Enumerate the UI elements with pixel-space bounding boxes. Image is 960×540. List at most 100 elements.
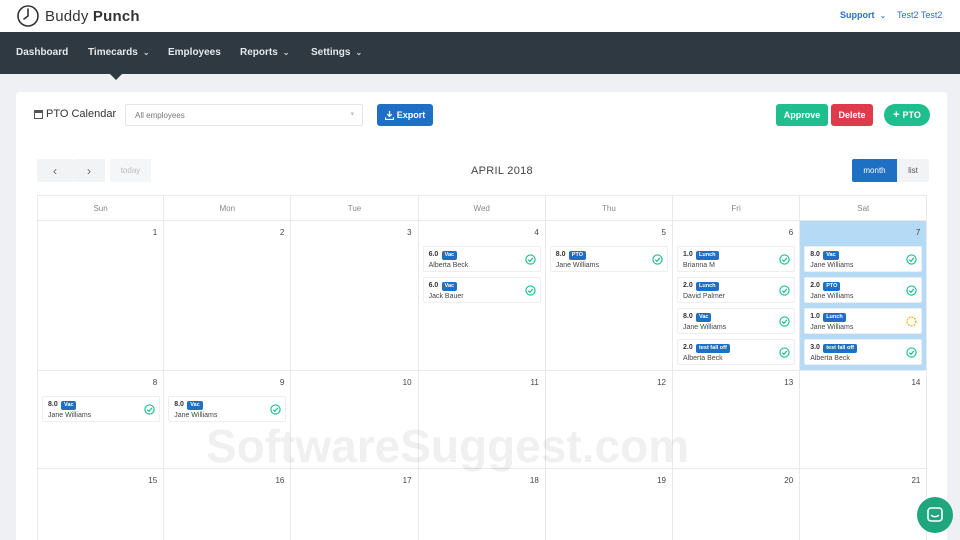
day-cell[interactable]: 17 — [291, 469, 419, 540]
nav-timecards[interactable]: Timecards ⌄ — [88, 47, 150, 58]
check-circle-icon — [906, 347, 918, 358]
day-cell[interactable]: 19 — [546, 469, 673, 540]
nav-employees[interactable]: Employees — [168, 47, 221, 58]
approve-button[interactable]: Approve — [776, 104, 828, 126]
day-cell[interactable]: 20 — [673, 469, 801, 540]
check-circle-icon — [652, 254, 663, 265]
event-type-badge: Vac — [441, 282, 458, 291]
day-cell[interactable]: 13 — [673, 371, 801, 469]
pto-event[interactable]: 1.0 Lunch Brianna M — [677, 246, 796, 272]
check-circle-icon — [779, 254, 790, 265]
pto-event[interactable]: 6.0 Vac Alberta Beck — [422, 246, 541, 272]
delete-button[interactable]: Delete — [831, 104, 873, 126]
day-number: 8 — [152, 378, 158, 387]
check-circle-icon — [525, 254, 536, 265]
day-number: 19 — [657, 476, 666, 485]
event-hours: 6.0 — [428, 251, 439, 258]
pto-event[interactable]: 2.0 PTO Jane Williams — [804, 277, 923, 303]
day-cell[interactable]: 1 — [37, 221, 165, 371]
day-number: 18 — [529, 476, 539, 485]
month-title: APRIL 2018 — [471, 165, 533, 177]
user-menu[interactable]: Test2 Test2 — [897, 10, 942, 20]
day-cell[interactable]: 14 — [800, 371, 928, 469]
day-cell[interactable]: 21 — [800, 469, 928, 540]
day-number: 10 — [402, 378, 412, 387]
next-month-button[interactable]: › — [73, 159, 105, 182]
clock-logo-icon — [17, 5, 39, 27]
event-employee-name: David Palmer — [683, 293, 726, 300]
day-cell[interactable]: 7 8.0 Vac Jane Williams 2.0 PTO Jane Williams 1… — [800, 221, 928, 371]
pto-event[interactable]: 2.0 test fall off Alberta Beck — [677, 339, 796, 365]
export-button[interactable]: Export — [377, 104, 433, 126]
nav-dashboard[interactable]: Dashboard — [16, 47, 68, 58]
day-number: 20 — [784, 476, 794, 485]
chevron-down-icon: ⌄ — [142, 48, 150, 57]
employee-select[interactable]: All employees ▾ — [125, 104, 363, 126]
nav-reports[interactable]: Reports ⌄ — [240, 47, 290, 58]
day-of-week-header: Thu — [545, 195, 673, 221]
event-type-badge: Lunch — [823, 313, 846, 322]
event-type-badge: Vac — [441, 251, 458, 260]
chevron-down-icon: ⌄ — [880, 13, 886, 20]
nav-settings[interactable]: Settings ⌄ — [311, 47, 362, 58]
day-cell[interactable]: 2 — [164, 221, 292, 371]
day-of-week-header: Wed — [418, 195, 546, 221]
top-header: Buddy Punch Support ⌄ Test2 Test2 — [0, 0, 960, 32]
chat-icon — [927, 507, 943, 522]
event-type-badge: PTO — [568, 251, 587, 260]
watermark: SoftwareSuggest.com — [206, 420, 690, 472]
check-circle-icon — [270, 404, 282, 415]
day-number: 9 — [279, 378, 285, 387]
pto-event[interactable]: 8.0 Vac Jane Williams — [804, 246, 923, 272]
day-number: 5 — [661, 228, 666, 237]
event-employee-name: Jane Williams — [810, 324, 854, 331]
day-cell[interactable]: 18 — [419, 469, 546, 540]
day-number: 15 — [148, 476, 158, 485]
day-number: 6 — [788, 228, 794, 237]
event-hours: 8.0 — [555, 251, 566, 258]
event-employee-name: Jane Williams — [555, 262, 599, 269]
event-employee-name: Alberta Beck — [428, 262, 469, 269]
pto-event[interactable]: 8.0 Vac Jane Williams — [42, 396, 161, 422]
month-view-button[interactable]: month — [852, 159, 897, 182]
plus-icon: + — [893, 109, 900, 121]
day-number: 14 — [911, 378, 921, 387]
add-pto-button[interactable]: + PTO — [884, 104, 930, 126]
event-type-badge: PTO — [823, 282, 841, 291]
chevron-left-icon: ‹ — [53, 163, 57, 178]
pto-event[interactable]: 8.0 PTO Jane Williams — [549, 246, 668, 272]
event-employee-name: Jane Williams — [48, 412, 92, 419]
day-cell[interactable]: 8 8.0 Vac Jane Williams — [37, 371, 165, 469]
day-number: 12 — [657, 378, 666, 387]
pto-event[interactable]: 2.0 Lunch David Palmer — [677, 277, 796, 303]
today-button[interactable]: today — [110, 159, 151, 182]
chat-button[interactable] — [917, 497, 953, 533]
pto-event[interactable]: 1.0 Lunch Jane Williams — [804, 308, 923, 334]
day-cell[interactable]: 3 — [291, 221, 419, 371]
event-type-badge: Lunch — [696, 251, 719, 260]
check-circle-icon — [779, 347, 790, 358]
day-cell[interactable]: 15 — [37, 469, 165, 540]
pto-event[interactable]: 6.0 Vac Jack Bauer — [422, 277, 541, 303]
event-employee-name: Jane Williams — [810, 262, 854, 269]
pto-event[interactable]: 8.0 Vac Jane Williams — [677, 308, 796, 334]
check-circle-icon — [525, 285, 536, 296]
day-cell[interactable]: 16 — [164, 469, 292, 540]
event-employee-name: Jane Williams — [683, 324, 727, 331]
day-cell[interactable]: 5 8.0 PTO Jane Williams — [545, 221, 673, 371]
day-cell[interactable]: 6 1.0 Lunch Brianna M 2.0 Lunch David Palmer 8.… — [673, 221, 801, 371]
support-menu[interactable]: Support ⌄ — [840, 10, 886, 20]
day-of-week-header: Fri — [673, 195, 801, 221]
list-view-button[interactable]: list — [897, 159, 929, 182]
select-arrow-icon: ▾ — [350, 111, 354, 118]
prev-month-button[interactable]: ‹ — [37, 159, 73, 182]
chevron-down-icon: ⌄ — [282, 48, 290, 57]
brand-logo[interactable]: Buddy Punch — [16, 4, 140, 28]
day-cell[interactable]: 4 6.0 Vac Alberta Beck 6.0 Vac Jack Bauer — [418, 221, 546, 371]
pto-event[interactable]: 3.0 test fall off Alberta Beck — [804, 339, 923, 365]
event-employee-name: Brianna M — [683, 262, 715, 269]
event-hours: 2.0 — [683, 344, 693, 351]
event-hours: 6.0 — [428, 282, 439, 289]
event-type-badge: Vac — [696, 313, 712, 322]
day-number: 1 — [152, 228, 158, 237]
